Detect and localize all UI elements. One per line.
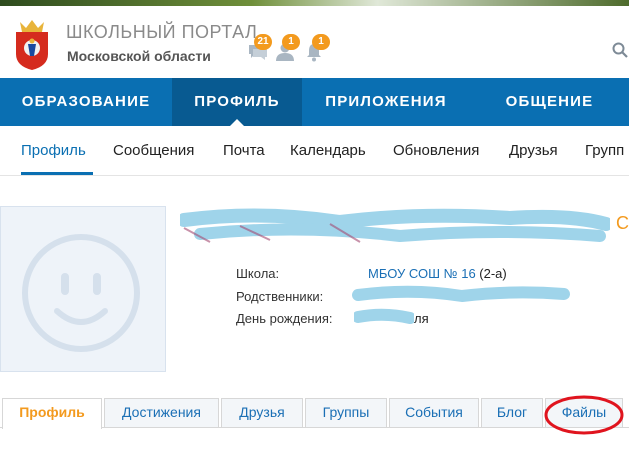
school-label: Школа:	[236, 266, 280, 281]
sub-nav-profile[interactable]: Профиль	[21, 142, 86, 159]
sub-nav-friends[interactable]: Друзья	[509, 142, 558, 159]
relatives-label: Родственники:	[236, 289, 324, 304]
sub-nav: Профиль Сообщения Почта Календарь Обновл…	[0, 126, 629, 176]
sub-nav-calendar[interactable]: Календарь	[290, 142, 366, 159]
tab-groups[interactable]: Группы	[305, 398, 387, 427]
birthday-redacted	[354, 308, 414, 324]
school-class: (2-а)	[479, 266, 507, 281]
header: ШКОЛЬНЫЙ ПОРТАЛ Московской области 21 1 …	[0, 6, 629, 78]
user-name-redacted	[180, 208, 610, 243]
sub-nav-messages[interactable]: Сообщения	[113, 142, 194, 159]
page: ШКОЛЬНЫЙ ПОРТАЛ Московской области 21 1 …	[0, 0, 629, 450]
events-notification[interactable]: 1	[304, 34, 330, 62]
friends-notification[interactable]: 1	[274, 34, 300, 62]
smiley-placeholder-icon	[22, 234, 140, 352]
tab-friends[interactable]: Друзья	[221, 398, 303, 427]
main-nav-profile[interactable]: ПРОФИЛЬ	[172, 78, 302, 127]
friends-count-badge: 1	[282, 34, 300, 50]
sub-nav-groups[interactable]: Групп	[585, 142, 624, 159]
relatives-redacted	[352, 285, 570, 303]
main-nav: ОБРАЗОВАНИЕ ПРОФИЛЬ ПРИЛОЖЕНИЯ ОБЩЕНИЕ	[0, 78, 629, 127]
portal-title[interactable]: ШКОЛЬНЫЙ ПОРТАЛ	[66, 22, 257, 43]
school-link[interactable]: МБОУ СОШ № 16	[368, 266, 476, 281]
school-value: МБОУ СОШ № 16 (2-а)	[368, 266, 507, 281]
events-count-badge: 1	[312, 34, 330, 50]
birthday-label: День рождения:	[236, 311, 333, 326]
online-status-marker: С	[616, 213, 629, 233]
main-nav-social[interactable]: ОБЩЕНИЕ	[470, 78, 629, 126]
tab-events[interactable]: События	[389, 398, 479, 427]
sub-nav-active-underline	[21, 172, 93, 175]
sub-nav-updates[interactable]: Обновления	[393, 142, 479, 159]
tab-achievements[interactable]: Достижения	[104, 398, 219, 427]
main-nav-education[interactable]: ОБРАЗОВАНИЕ	[0, 78, 172, 126]
birthday-value: ля	[414, 311, 429, 326]
sub-nav-mail[interactable]: Почта	[223, 142, 265, 159]
messages-count-badge: 21	[254, 34, 272, 50]
tab-blog[interactable]: Блог	[481, 398, 543, 427]
main-nav-apps[interactable]: ПРИЛОЖЕНИЯ	[302, 78, 470, 126]
files-tab-highlight-circle	[544, 395, 624, 435]
portal-subtitle: Московской области	[67, 48, 211, 64]
moscow-region-crest-logo[interactable]	[8, 14, 56, 72]
profile-tabs: Профиль Достижения Друзья Группы События…	[0, 398, 629, 429]
avatar[interactable]	[0, 206, 166, 372]
tab-profile[interactable]: Профиль	[2, 398, 102, 429]
search-icon[interactable]	[612, 42, 628, 58]
messages-notification[interactable]: 21	[246, 34, 272, 62]
